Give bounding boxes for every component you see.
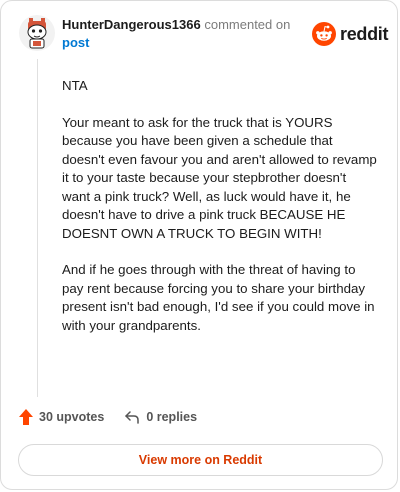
commented-on-text: commented on (204, 17, 291, 32)
user-avatar[interactable] (19, 15, 55, 51)
reddit-logo[interactable]: reddit (312, 22, 389, 46)
comment-paragraph: NTA (62, 78, 88, 93)
comment-header: HunterDangerous1366 commented on (62, 16, 290, 34)
reply-arrow-icon (125, 411, 140, 424)
comment-paragraph: Your meant to ask for the truck that is … (62, 114, 377, 241)
upvote-count: 30 upvotes (39, 410, 105, 424)
view-more-button[interactable]: View more on Reddit (18, 444, 383, 476)
replies-button[interactable]: 0 replies (124, 410, 197, 424)
upvote-arrow-icon (19, 409, 33, 425)
username-link[interactable]: HunterDangerous1366 (62, 17, 201, 32)
upvote-button[interactable]: 30 upvotes (19, 409, 104, 425)
comment-body: NTA Your meant to ask for the truck that… (62, 77, 377, 353)
thread-line (37, 59, 38, 397)
comment-embed-card: HunterDangerous1366 commented on post re… (0, 0, 398, 490)
post-link[interactable]: post (62, 34, 89, 52)
reddit-wordmark: reddit (340, 23, 389, 44)
reply-count: 0 replies (146, 410, 198, 424)
comment-paragraph: And if he goes through with the threat o… (62, 262, 375, 333)
comment-actions: 30 upvotes 0 replies (19, 409, 197, 425)
reddit-snoo-icon (312, 22, 336, 46)
